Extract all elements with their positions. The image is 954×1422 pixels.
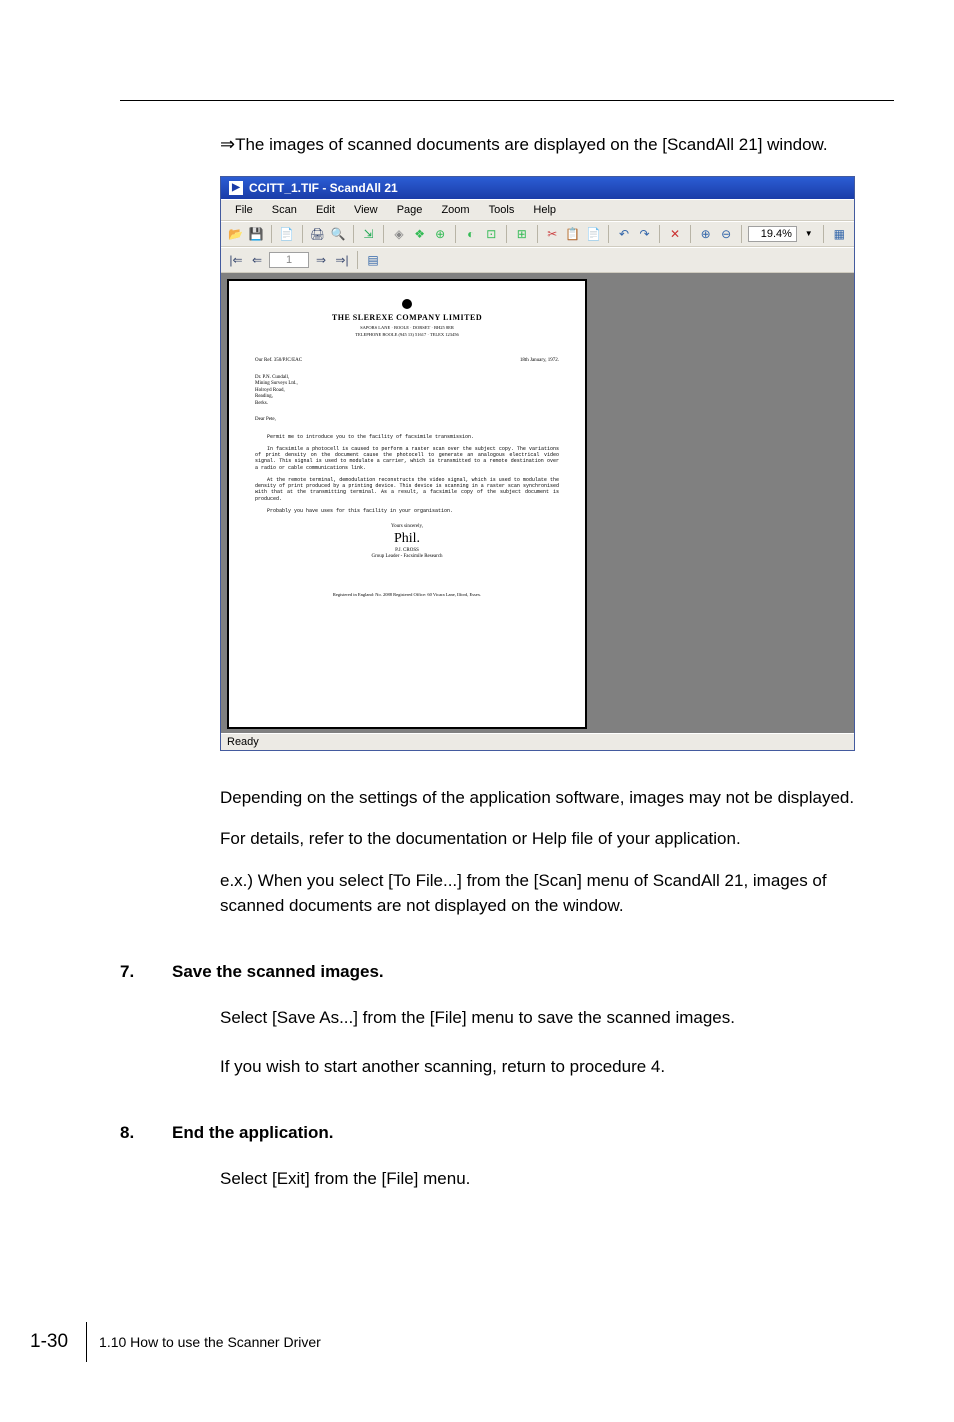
toolbar-main: 📂 💾 📄 🖨 🔍 ⇲ ◈ ❖ ⊕ ◐ ⊡ ⊞ ✂ 📋: [221, 221, 854, 247]
arrow-symbol: ⇒: [220, 134, 235, 154]
tool-icon-6[interactable]: ⊞: [513, 225, 531, 243]
menu-tools[interactable]: Tools: [481, 202, 523, 218]
menu-view[interactable]: View: [346, 202, 386, 218]
new-doc-icon[interactable]: 📄: [278, 225, 296, 243]
menu-file[interactable]: File: [227, 202, 261, 218]
menu-edit[interactable]: Edit: [308, 202, 343, 218]
zoom-value-box[interactable]: 19.4%: [748, 226, 797, 242]
doc-p2: In facsimile a photocell is caused to pe…: [255, 446, 559, 471]
page-number-input[interactable]: 1: [269, 252, 309, 268]
doc-salutation: Dear Pete,: [255, 417, 559, 424]
tool-icon-3[interactable]: ⊕: [431, 225, 449, 243]
rotate-left-icon[interactable]: ↶: [615, 225, 633, 243]
footer-section-label: 1.10 How to use the Scanner Driver: [99, 1334, 321, 1350]
doc-signature: Phil.: [255, 530, 559, 548]
save-icon[interactable]: 💾: [248, 225, 266, 243]
fit-icon[interactable]: ▦: [830, 225, 848, 243]
menubar: File Scan Edit View Page Zoom Tools Help: [221, 199, 854, 221]
section-7-title: Save the scanned images.: [172, 962, 384, 982]
toolbar-nav: |⇐ ⇐ 1 ⇒ ⇒| ▤: [221, 247, 854, 273]
page-footer: 1-30 1.10 How to use the Scanner Driver: [30, 1322, 894, 1362]
paste-icon[interactable]: 📄: [585, 225, 603, 243]
section-7-p1: Select [Save As...] from the [File] menu…: [220, 1006, 894, 1031]
document-canvas: THE SLEREXE COMPANY LIMITED SAPORS LANE …: [221, 273, 854, 733]
menu-zoom[interactable]: Zoom: [433, 202, 477, 218]
doc-date: 18th January, 1972.: [520, 358, 559, 364]
intro-text: The images of scanned documents are disp…: [235, 135, 828, 154]
doc-addr5: Berks.: [255, 401, 559, 408]
prev-page-icon[interactable]: ⇐: [248, 251, 266, 269]
doc-company: THE SLEREXE COMPANY LIMITED: [255, 313, 559, 323]
section-7-number: 7.: [120, 962, 150, 982]
note-para2: For details, refer to the documentation …: [220, 827, 894, 852]
copy-icon[interactable]: 📋: [564, 225, 582, 243]
window-title: CCITT_1.TIF - ScandAll 21: [249, 181, 398, 195]
doc-p1: Permit me to introduce you to the facili…: [255, 434, 559, 440]
scanner-icon[interactable]: ⇲: [360, 225, 378, 243]
tool-icon-5[interactable]: ⊡: [482, 225, 500, 243]
status-bar: Ready: [221, 733, 854, 750]
last-page-icon[interactable]: ⇒|: [333, 251, 351, 269]
doc-role: Group Leader - Facsimile Research: [255, 554, 559, 560]
doc-ref: Our Ref. 350/PJC/EAC: [255, 358, 302, 364]
doc-p4: Probably you have uses for this facility…: [255, 508, 559, 514]
note-para3: e.x.) When you select [To File...] from …: [220, 869, 894, 918]
titlebar: ▶ CCITT_1.TIF - ScandAll 21: [221, 177, 854, 199]
cut-icon[interactable]: ✂: [544, 225, 562, 243]
open-icon[interactable]: 📂: [227, 225, 245, 243]
print-icon[interactable]: 🖨: [309, 225, 327, 243]
scanned-document: THE SLEREXE COMPANY LIMITED SAPORS LANE …: [227, 279, 587, 729]
screenshot-window: ▶ CCITT_1.TIF - ScandAll 21 File Scan Ed…: [220, 176, 894, 751]
doc-subheader2: TELEPHONE BOOLE (945 13) 51617 · TELEX 1…: [255, 332, 559, 338]
tool-icon-4[interactable]: ◐: [462, 225, 480, 243]
layout-icon[interactable]: ▤: [364, 251, 382, 269]
menu-page[interactable]: Page: [389, 202, 431, 218]
preview-icon[interactable]: 🔍: [329, 225, 347, 243]
tool-icon-1[interactable]: ◈: [390, 225, 408, 243]
section-8-p1: Select [Exit] from the [File] menu.: [220, 1167, 894, 1192]
section-8-number: 8.: [120, 1123, 150, 1143]
section-7-p2: If you wish to start another scanning, r…: [220, 1055, 894, 1080]
delete-icon[interactable]: ✕: [666, 225, 684, 243]
doc-p3: At the remote terminal, demodulation rec…: [255, 477, 559, 502]
zoom-out-icon[interactable]: ⊖: [717, 225, 735, 243]
note-para1: Depending on the settings of the applica…: [220, 786, 894, 811]
rotate-right-icon[interactable]: ↷: [636, 225, 654, 243]
footer-page-number: 1-30: [30, 1331, 68, 1353]
menu-help[interactable]: Help: [525, 202, 564, 218]
app-icon: ▶: [229, 181, 243, 195]
menu-scan[interactable]: Scan: [264, 202, 305, 218]
dropdown-icon[interactable]: ▼: [800, 225, 818, 243]
section-8-title: End the application.: [172, 1123, 334, 1143]
doc-subheader1: SAPORS LANE · BOOLE · DORSET · BH25 8ER: [255, 325, 559, 331]
doc-footer: Registered in England: No. 2088 Register…: [255, 592, 559, 598]
next-page-icon[interactable]: ⇒: [312, 251, 330, 269]
zoom-in-icon[interactable]: ⊕: [697, 225, 715, 243]
tool-icon-2[interactable]: ❖: [411, 225, 429, 243]
first-page-icon[interactable]: |⇐: [227, 251, 245, 269]
